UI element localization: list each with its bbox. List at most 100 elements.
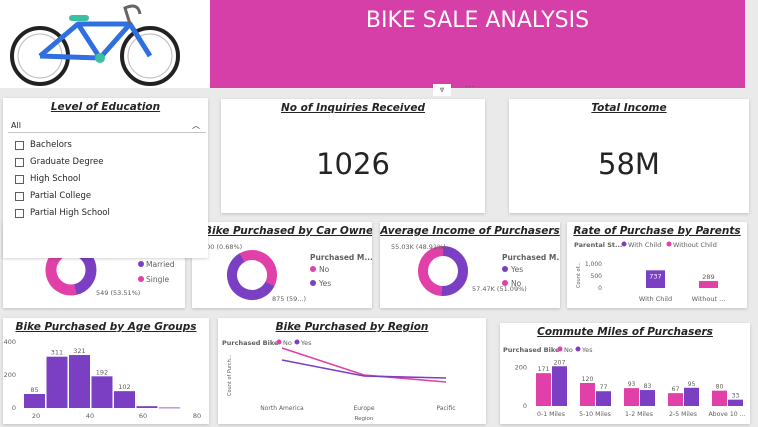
kpi-income-title: Total Income xyxy=(591,102,667,114)
bike-logo xyxy=(0,0,210,88)
car-legend-yes-dot xyxy=(310,280,316,286)
checkbox[interactable] xyxy=(15,157,24,167)
region-chart-card[interactable]: Bike Purchased by Region Purchased Bike … xyxy=(218,318,486,424)
kpi-income-card[interactable]: Total Income 58M xyxy=(509,99,749,213)
region-legend-title: Purchased Bike xyxy=(222,339,279,347)
commute-bar-yes xyxy=(684,387,699,406)
commute-chart: Purchased Bike No Yes 200 0 171 207 0-1 Mile… xyxy=(503,346,746,418)
commute-ytick: 200 xyxy=(515,364,527,372)
slicer-option-partial-college[interactable]: Partial College xyxy=(15,191,91,201)
parents-legend-without: Without Child xyxy=(673,241,717,249)
region-xtick: Pacific xyxy=(436,405,455,412)
income-legend-yes-dot xyxy=(502,266,508,272)
age-ytick: 400 xyxy=(4,338,16,346)
legend-married-dot xyxy=(138,261,144,267)
parents-legend-without-dot xyxy=(666,241,672,247)
commute-legend-no-dot xyxy=(557,346,563,352)
income-legend-title: Purchased M... xyxy=(502,253,560,262)
region-legend-no-dot xyxy=(276,339,282,345)
parents-legend-title: Parental St... xyxy=(574,241,622,249)
commute-bar-yes xyxy=(640,390,655,406)
commute-xtick: 1-2 Miles xyxy=(625,411,653,418)
slicer-option-high-school[interactable]: High School xyxy=(15,174,80,184)
commute-legend-yes: Yes xyxy=(581,346,593,354)
page-title: BIKE SALE ANALYSIS xyxy=(365,8,590,33)
parents-xtick: With Child xyxy=(639,295,672,303)
header-banner: BIKE SALE ANALYSIS xyxy=(210,0,745,88)
region-xtick: North America xyxy=(260,405,304,412)
commute-xtick: 5-10 Miles xyxy=(579,411,611,418)
parents-ytick: 1,000 xyxy=(585,261,602,268)
car-owners-chart-card[interactable]: Bike Purchased by Car Owners 600 (0.68%)… xyxy=(192,222,372,308)
commute-bar-label: 67 xyxy=(672,386,680,393)
parents-chart: Parental St... With Child Without Child … xyxy=(574,241,726,303)
kpi-inquiries-value: 1026 xyxy=(316,147,390,181)
slicer-option-graduate-degree[interactable]: Graduate Degree xyxy=(15,157,103,167)
age-ytick: 0 xyxy=(12,404,16,412)
commute-bar-yes xyxy=(552,366,567,406)
bicycle-icon xyxy=(10,4,180,86)
age-bar xyxy=(46,356,68,408)
more-options-icon[interactable]: ··· xyxy=(459,83,481,96)
age-bar xyxy=(159,407,180,409)
commute-xtick: 0-1 Miles xyxy=(537,411,565,418)
parents-chart-card[interactable]: Rate of Purchase by Parents Parental St.… xyxy=(567,222,747,308)
chevron-up-icon: ︿ xyxy=(192,121,200,130)
parents-legend-with-dot xyxy=(621,241,627,247)
car-owners-chart: 600 (0.68%) 875 (59...) Purchased M... N… xyxy=(202,243,372,303)
age-chart: 400 200 0 85 311 321 192 102 20 40 60 80 xyxy=(4,338,202,420)
commute-legend-yes-dot xyxy=(575,346,581,352)
commute-bar-yes xyxy=(596,391,611,406)
region-legend-yes: Yes xyxy=(300,339,312,347)
avg-income-chart-card[interactable]: Average Income of Purchasers 55.03K (48.… xyxy=(380,222,560,308)
age-bar-label: 85 xyxy=(30,386,38,394)
slicer-option-partial-high-school[interactable]: Partial High School xyxy=(15,208,110,218)
commute-bar-label: 120 xyxy=(582,376,594,383)
income-legend-no: No xyxy=(511,279,522,288)
car-dl-top: 600 (0.68%) xyxy=(202,243,242,251)
age-ytick: 200 xyxy=(4,371,16,379)
legend-married-label: Married xyxy=(146,260,175,269)
age-xtick: 40 xyxy=(86,412,94,420)
region-xlabel: Region xyxy=(355,416,374,422)
kpi-inquiries-card[interactable]: No of Inquiries Received 1026 xyxy=(221,99,485,213)
commute-chart-card[interactable]: Commute Miles of Purchasers Purchased Bi… xyxy=(500,323,750,424)
parents-xtick: Without ... xyxy=(692,295,726,303)
filter-icon[interactable]: ⩔ xyxy=(433,84,451,96)
age-xtick: 20 xyxy=(32,412,40,420)
avg-income-chart: 55.03K (48.91%) 57.47K (51.09%) Purchase… xyxy=(391,243,560,296)
parents-bar-label: 289 xyxy=(702,273,714,281)
education-dropdown[interactable]: All ︿ xyxy=(8,119,206,133)
checkbox[interactable] xyxy=(15,174,24,184)
commute-bar-no xyxy=(668,393,683,406)
checkbox[interactable] xyxy=(15,191,24,201)
age-bar xyxy=(69,355,90,408)
age-bar-label: 311 xyxy=(51,349,63,357)
commute-bar-no xyxy=(624,388,639,406)
parents-bar-label: 737 xyxy=(649,272,661,280)
commute-legend-title: Purchased Bike xyxy=(503,346,560,354)
car-dl-bottom: 875 (59...) xyxy=(272,295,306,303)
income-dl-top: 55.03K (48.91%) xyxy=(391,243,446,251)
checkbox[interactable] xyxy=(15,208,24,218)
age-xtick: 80 xyxy=(193,412,201,420)
commute-ytick: 0 xyxy=(523,402,527,410)
commute-xtick: 2-5 Miles xyxy=(669,411,697,418)
commute-bar-no xyxy=(712,390,727,406)
age-bar xyxy=(136,406,158,408)
car-legend-no: No xyxy=(319,265,330,274)
commute-xtick: Above 10 ... xyxy=(708,411,745,418)
region-xtick: Europe xyxy=(353,405,374,412)
region-chart: Purchased Bike No Yes Count of Purch... … xyxy=(222,339,456,422)
age-bar-label: 192 xyxy=(96,368,108,376)
age-bar-label: 321 xyxy=(73,347,85,355)
parents-ytick: 500 xyxy=(591,273,603,280)
commute-bar-label: 93 xyxy=(628,381,636,388)
kpi-inquiries-title: No of Inquiries Received xyxy=(281,102,425,114)
checkbox[interactable] xyxy=(15,140,24,150)
slicer-option-bachelors[interactable]: Bachelors xyxy=(15,140,72,150)
data-label-549: 549 (53.51%) xyxy=(96,289,140,297)
age-chart-card[interactable]: Bike Purchased by Age Groups 400 200 0 85 31… xyxy=(3,318,209,424)
age-bar xyxy=(114,391,135,408)
region-legend-no: No xyxy=(283,339,292,347)
